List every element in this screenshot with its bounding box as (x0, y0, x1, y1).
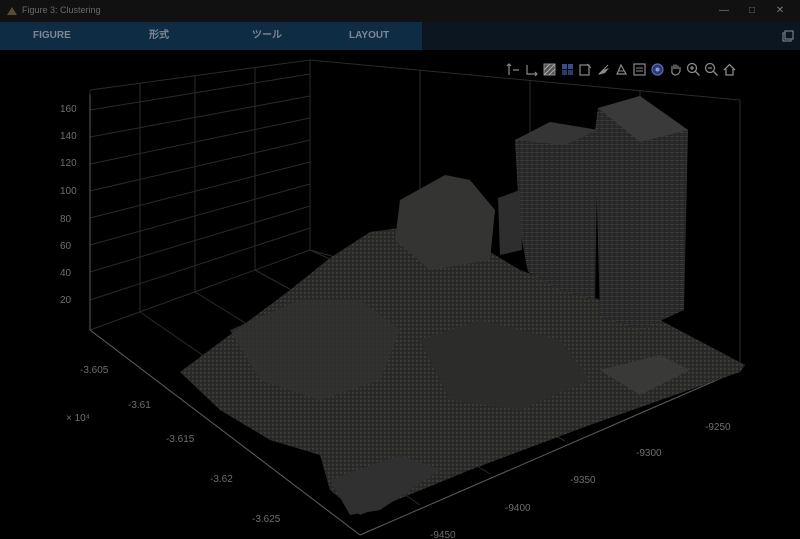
app-logo-icon (7, 7, 17, 15)
tab-format[interactable]: 形式 (149, 22, 169, 50)
window-titlebar: Figure 3: Clustering — □ ✕ (0, 0, 800, 22)
axes-toolbar (505, 60, 737, 78)
tab-figure[interactable]: FIGURE (33, 22, 71, 50)
legend-icon[interactable] (631, 60, 647, 78)
svg-text:120: 120 (60, 158, 77, 169)
svg-text:-9350: -9350 (570, 475, 596, 486)
brush-icon[interactable] (595, 60, 611, 78)
svg-text:-3.61: -3.61 (128, 400, 151, 411)
z-axis-ticks: 160 140 120 100 80 60 40 20 (60, 104, 77, 306)
y-axis-exponent: × 10⁴ (66, 413, 90, 424)
svg-text:-3.605: -3.605 (80, 365, 109, 376)
colormap-icon[interactable] (559, 60, 575, 78)
erase-icon[interactable] (613, 60, 629, 78)
export-icon[interactable] (577, 60, 593, 78)
zoom-in-icon[interactable] (685, 60, 701, 78)
svg-text:60: 60 (60, 241, 72, 252)
point-cloud-plot[interactable]: 160 140 120 100 80 60 40 20 -3.605 -3.61… (0, 50, 800, 539)
close-icon[interactable]: ✕ (772, 3, 788, 19)
svg-text:-3.615: -3.615 (166, 434, 195, 445)
minimize-icon[interactable]: — (716, 3, 732, 19)
rotate-3d-icon[interactable] (649, 60, 665, 78)
window-title: Figure 3: Clustering (22, 5, 101, 15)
home-icon[interactable] (721, 60, 737, 78)
datatip-grid-icon[interactable] (541, 60, 557, 78)
svg-text:40: 40 (60, 268, 72, 279)
pan-icon[interactable] (667, 60, 683, 78)
zoom-out-icon[interactable] (703, 60, 719, 78)
svg-text:-3.62: -3.62 (210, 474, 233, 485)
undock-icon[interactable] (782, 30, 794, 42)
svg-text:100: 100 (60, 186, 77, 197)
svg-text:80: 80 (60, 214, 72, 225)
svg-text:-9400: -9400 (505, 503, 531, 514)
maximize-icon[interactable]: □ (744, 3, 760, 19)
svg-text:-3.625: -3.625 (252, 514, 281, 525)
ribbon-tabs: FIGURE 形式 ツール LAYOUT (0, 22, 422, 50)
svg-text:-9300: -9300 (636, 448, 662, 459)
svg-text:-9250: -9250 (705, 422, 731, 433)
svg-text:-9450: -9450 (430, 530, 456, 539)
rotate-x-icon[interactable] (505, 60, 521, 78)
tab-tools[interactable]: ツール (252, 22, 282, 50)
rotate-y-icon[interactable] (523, 60, 539, 78)
svg-text:20: 20 (60, 295, 72, 306)
svg-text:160: 160 (60, 104, 77, 115)
tab-layout[interactable]: LAYOUT (349, 22, 389, 50)
svg-text:140: 140 (60, 131, 77, 142)
